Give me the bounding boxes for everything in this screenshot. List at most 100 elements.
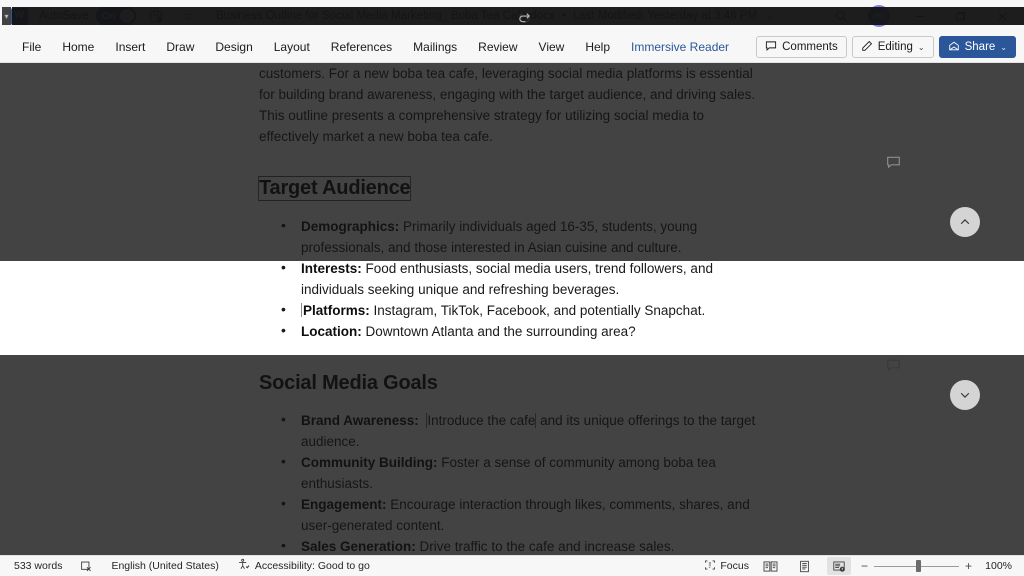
selected-text-range: Introduce the cafe xyxy=(427,413,536,428)
tab-view[interactable]: View xyxy=(529,37,575,57)
word-count[interactable]: 533 words xyxy=(14,560,62,572)
list-item-term: Demographics: xyxy=(301,219,400,234)
title-bar-right-controls: RO xyxy=(824,0,1024,32)
chevron-down-icon: ⌄ xyxy=(917,42,925,52)
tab-file[interactable]: File xyxy=(12,37,51,57)
document-title[interactable]: Business Outline for Social Media Market… xyxy=(216,10,773,22)
list-item[interactable]: Demographics: Primarily individuals aged… xyxy=(259,215,764,258)
tab-help[interactable]: Help xyxy=(575,37,620,57)
editing-mode-button[interactable]: Editing ⌄ xyxy=(851,36,934,58)
list-item-text: Instagram, TikTok, Facebook, and potenti… xyxy=(369,303,706,318)
list-item[interactable]: Brand Awareness: Introduce the cafe and … xyxy=(259,409,764,452)
focus-label: Focus xyxy=(720,560,749,572)
autosave-label: AutoSave xyxy=(39,10,89,22)
search-icon[interactable] xyxy=(824,0,858,32)
list-item-term: Engagement: xyxy=(301,497,387,512)
tab-insert[interactable]: Insert xyxy=(105,37,155,57)
heading-target-audience[interactable]: Target Audience xyxy=(258,176,411,201)
list-item[interactable]: Engagement: Encourage interaction throug… xyxy=(259,493,764,536)
comments-button[interactable]: Comments xyxy=(756,36,847,58)
status-bar-left: 533 words English (United States) Access… xyxy=(14,558,370,574)
list-item[interactable]: Sales Generation: Drive traffic to the c… xyxy=(259,535,764,555)
accessibility-label: Accessibility: Good to go xyxy=(254,560,370,572)
bullet-list-social-media-goals: Brand Awareness: Introduce the cafe and … xyxy=(259,409,764,555)
intro-paragraph[interactable]: customers. For a new boba tea cafe, leve… xyxy=(259,63,764,147)
status-bar: 533 words English (United States) Access… xyxy=(0,555,1024,576)
list-item-text: Food enthusiasts, social media users, tr… xyxy=(301,261,713,297)
minimize-button[interactable] xyxy=(900,0,940,32)
zoom-out-button[interactable]: − xyxy=(861,559,868,573)
comment-bubble-icon xyxy=(765,40,777,55)
ribbon-tab-bar: File Home Insert Draw Design Layout Refe… xyxy=(0,32,1024,63)
web-layout-icon[interactable] xyxy=(826,557,851,575)
print-layout-icon[interactable] xyxy=(793,557,817,575)
read-mode-icon[interactable] xyxy=(759,557,783,575)
autosave-state-label: On xyxy=(101,10,116,22)
autosave-toggle[interactable]: On xyxy=(95,7,136,25)
ribbon-right-actions: Comments Editing ⌄ Share ⌄ xyxy=(756,36,1016,58)
nav-previous-button[interactable] xyxy=(950,207,980,237)
comment-bubble-icon[interactable] xyxy=(886,155,901,175)
tab-draw[interactable]: Draw xyxy=(156,37,204,57)
word-logo-icon: W xyxy=(11,7,28,25)
title-bar: W AutoSave On ▾ Business Outline for Soc… xyxy=(0,0,1024,32)
document-canvas[interactable]: customers. For a new boba tea cafe, leve… xyxy=(0,63,1024,555)
list-item[interactable]: Platforms: Instagram, TikTok, Facebook, … xyxy=(259,299,764,321)
pencil-icon xyxy=(861,40,873,55)
maximize-restore-button[interactable] xyxy=(940,0,980,32)
customize-quick-access-icon[interactable] xyxy=(180,7,198,25)
comments-label: Comments xyxy=(782,41,838,53)
list-item-text: Drive traffic to the cafe and increase s… xyxy=(415,539,675,554)
list-item-text: Downtown Atlanta and the surrounding are… xyxy=(361,324,636,339)
list-item[interactable]: Interests: Food enthusiasts, social medi… xyxy=(259,257,764,300)
language-label: English (United States) xyxy=(111,560,219,572)
zoom-level[interactable]: 100% xyxy=(982,560,1012,572)
toggle-knob xyxy=(119,9,134,23)
chevron-down-icon: ⌄ xyxy=(1000,42,1007,52)
list-item-term: Brand Awareness: xyxy=(301,413,419,428)
avatar-initials: RO xyxy=(874,12,884,20)
undo-dropdown-caret-icon[interactable]: ▾ xyxy=(2,7,11,25)
zoom-thumb[interactable] xyxy=(915,560,921,572)
list-item-term: Platforms: xyxy=(303,303,370,318)
tab-review[interactable]: Review xyxy=(468,37,527,57)
last-modified-caret-icon[interactable]: ⌄ xyxy=(765,11,773,21)
tab-immersive-reader[interactable]: Immersive Reader xyxy=(621,37,739,57)
share-button[interactable]: Share ⌄ xyxy=(938,36,1016,58)
accessibility-icon xyxy=(237,558,250,574)
last-modified-status: Last Modified: Yesterday at 3:48 PM xyxy=(572,10,758,22)
document-title-text: Business Outline for Social Media Market… xyxy=(215,10,555,22)
tab-home[interactable]: Home xyxy=(52,37,104,57)
zoom-in-button[interactable]: + xyxy=(965,559,972,573)
accessibility-status[interactable]: Accessibility: Good to go xyxy=(237,558,370,574)
status-bar-right: Focus − + 100% xyxy=(704,557,1012,575)
nav-next-button[interactable] xyxy=(950,380,980,410)
save-sync-icon[interactable] xyxy=(148,7,166,25)
zoom-track[interactable] xyxy=(873,560,959,572)
tab-design[interactable]: Design xyxy=(205,37,262,57)
heading-social-media-goals[interactable]: Social Media Goals xyxy=(259,372,764,395)
editing-label: Editing xyxy=(877,41,913,53)
word-count-label: 533 words xyxy=(14,560,63,572)
tab-layout[interactable]: Layout xyxy=(264,37,320,57)
language-indicator[interactable]: English (United States) xyxy=(111,560,218,572)
list-item-term: Location: xyxy=(301,324,362,339)
tab-references[interactable]: References xyxy=(321,37,402,57)
title-separator: • xyxy=(561,10,566,22)
zoom-slider[interactable]: − + xyxy=(861,559,972,573)
focus-mode-button[interactable]: Focus xyxy=(704,559,749,574)
document-content: customers. For a new boba tea cafe, leve… xyxy=(259,63,764,555)
proofing-errors-icon[interactable] xyxy=(80,560,93,573)
share-icon xyxy=(948,40,960,55)
share-label: Share xyxy=(964,41,996,53)
focus-icon xyxy=(704,559,716,574)
text-cursor xyxy=(301,303,302,317)
comment-bubble-icon[interactable] xyxy=(886,358,901,378)
list-item[interactable]: Location: Downtown Atlanta and the surro… xyxy=(259,320,764,342)
avatar[interactable]: RO xyxy=(868,5,890,27)
close-button[interactable] xyxy=(980,0,1024,32)
list-item[interactable]: Community Building: Foster a sense of co… xyxy=(259,451,764,494)
tab-mailings[interactable]: Mailings xyxy=(403,37,467,57)
list-item-term: Community Building: xyxy=(301,455,438,470)
bullet-list-target-audience: Demographics: Primarily individuals aged… xyxy=(259,215,764,342)
